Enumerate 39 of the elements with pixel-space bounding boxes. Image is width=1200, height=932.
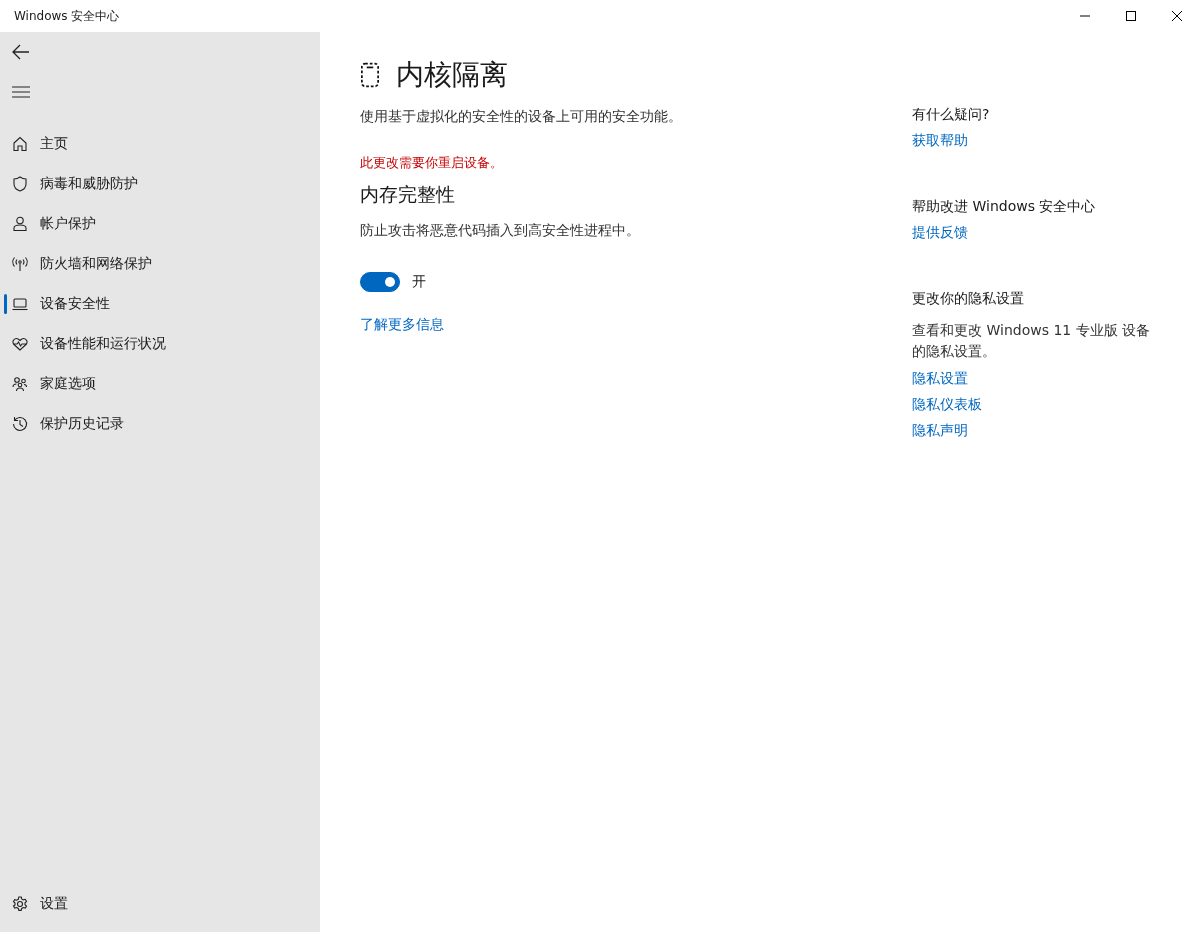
sidebar-item[interactable]: 设备安全性 [0,284,320,324]
aside-heading: 更改你的隐私设置 [912,290,1025,308]
sidebar-item[interactable]: 设备性能和运行状况 [0,324,320,364]
history-icon [12,416,28,432]
home-icon [12,136,28,152]
sidebar-item[interactable]: 保护历史记录 [0,404,320,444]
menu-icon[interactable] [12,86,30,98]
shield-icon [12,176,28,192]
people-icon [12,376,28,392]
aside-link[interactable]: 隐私设置 [912,370,1172,388]
chip-outline-icon [360,62,380,88]
toggle-switch[interactable] [360,272,400,292]
laptop-icon [12,296,28,312]
aside-link[interactable]: 提供反馈 [912,224,1172,242]
sidebar-item[interactable]: 防火墙和网络保护 [0,244,320,284]
aside-link[interactable]: 隐私声明 [912,422,1172,440]
page-description: 使用基于虚拟化的安全性的设备上可用的安全功能。 [360,108,683,126]
aside-heading: 有什么疑问? [912,106,991,124]
back-arrow-icon[interactable] [12,44,30,60]
person-icon [12,216,28,232]
aside-link[interactable]: 隐私仪表板 [912,396,1172,414]
antenna-icon [12,256,28,272]
settings-item[interactable]: 设置 [0,884,320,924]
aside-link[interactable]: 获取帮助 [912,132,1172,150]
section-title: 内存完整性 [360,182,456,207]
heart-pulse-icon [12,336,28,352]
settings-icon [12,896,28,912]
learn-more-link[interactable]: 了解更多信息 [360,316,912,334]
restart-warning: 此更改需要你重启设备。 [360,154,504,172]
aside-text: 查看和更改 Windows 11 专业版 设备的隐私设置。 [912,321,1152,361]
page-title: 内核隔离 [396,57,508,93]
sidebar-item[interactable]: 帐户保护 [0,204,320,244]
sidebar-item[interactable]: 主页 [0,124,320,164]
sidebar-item[interactable]: 家庭选项 [0,364,320,404]
sidebar-item[interactable]: 病毒和威胁防护 [0,164,320,204]
aside-heading: 帮助改进 Windows 安全中心 [912,198,1097,216]
toggle-label: 开 [412,273,426,291]
section-description: 防止攻击将恶意代码插入到高安全性进程中。 [360,222,641,240]
window-title: Windows 安全中心 [14,7,120,25]
